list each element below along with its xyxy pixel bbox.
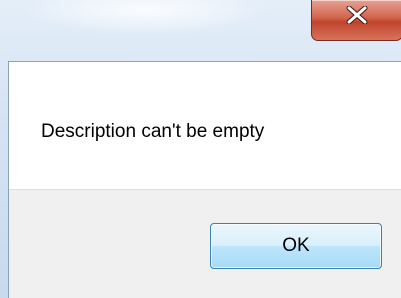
message-text: Description can't be empty: [41, 121, 265, 142]
title-bar[interactable]: [0, 0, 401, 60]
dialog-content: Description can't be empty OK: [8, 61, 401, 298]
message-dialog: Description can't be empty OK: [0, 0, 401, 298]
close-x-icon: [346, 6, 368, 24]
title-glow: [20, 0, 270, 35]
button-area: OK: [9, 189, 401, 298]
ok-button[interactable]: OK: [210, 223, 382, 269]
close-button[interactable]: [311, 0, 401, 41]
